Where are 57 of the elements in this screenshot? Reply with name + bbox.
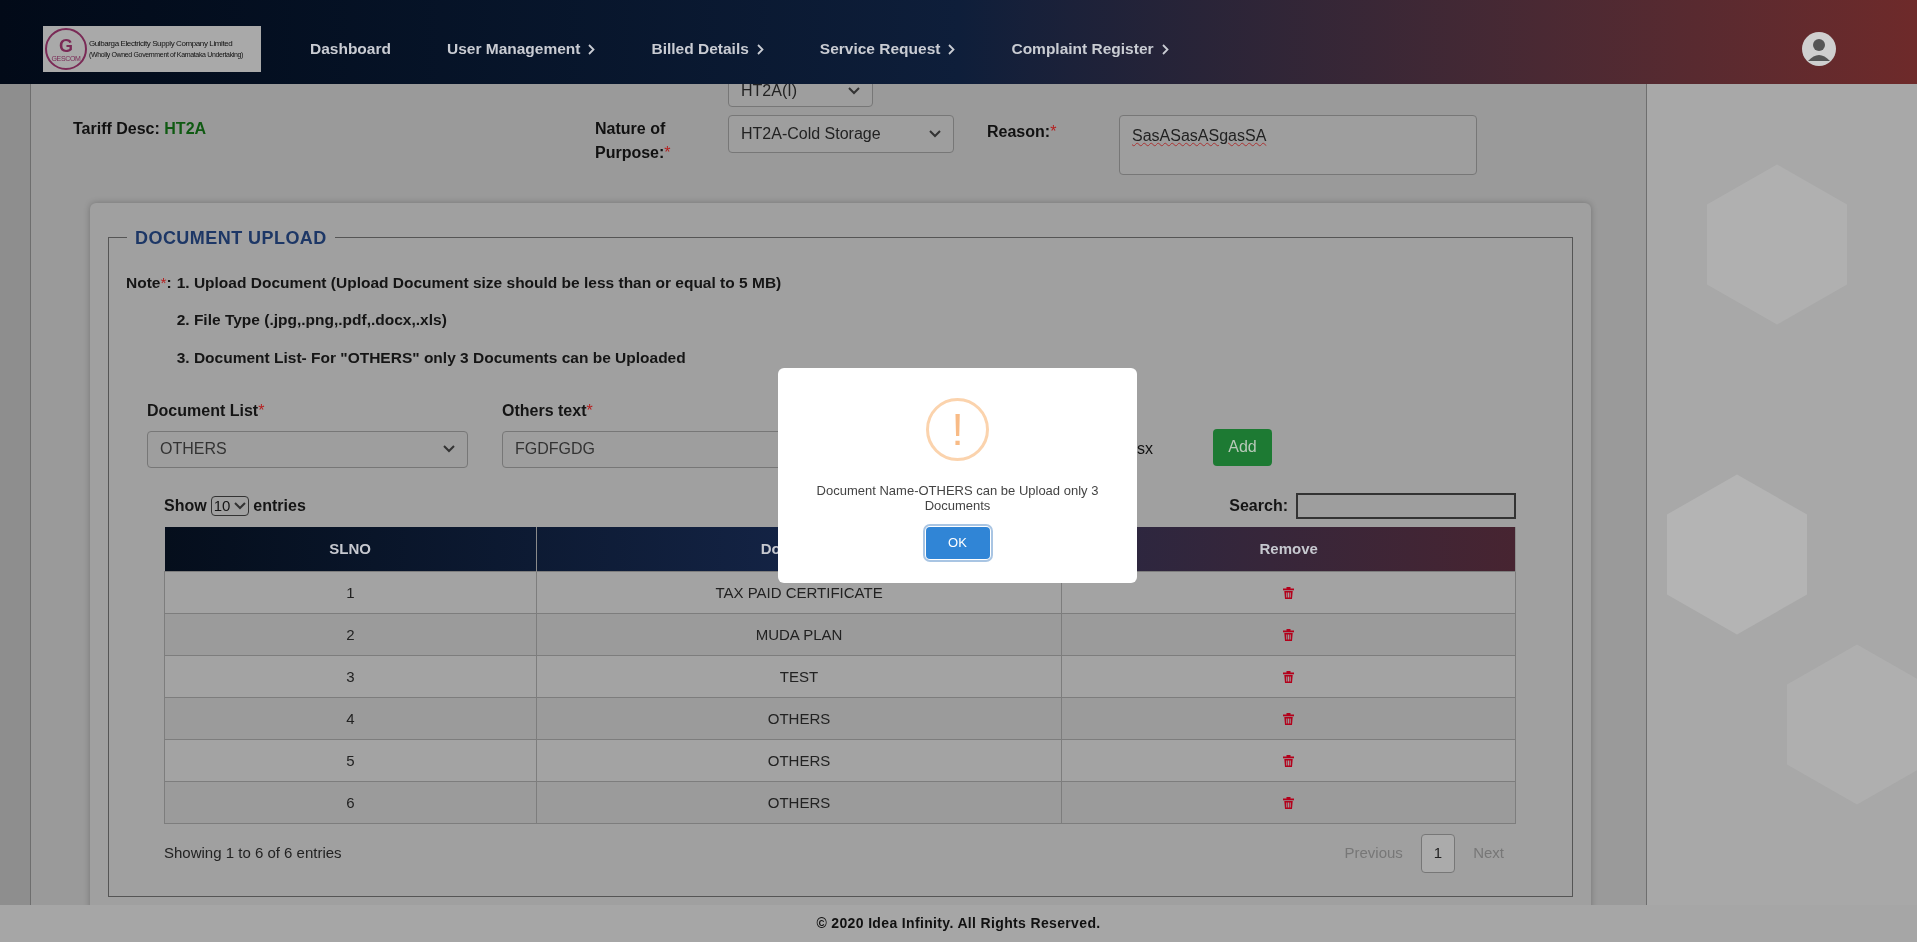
search-label: Search:: [1229, 495, 1288, 516]
page-size-select[interactable]: 10: [210, 495, 250, 516]
document-list-select[interactable]: OTHERS: [147, 430, 468, 468]
table-cell: 1: [164, 571, 537, 614]
dropdown-caret-icon: [234, 501, 247, 510]
tariff-desc-value: HT2A: [164, 120, 207, 137]
table-cell: 2: [164, 613, 537, 656]
entries-label: entries: [253, 495, 306, 516]
trash-icon[interactable]: [1283, 754, 1295, 767]
copyright-text: © 2020 Idea Infinity. All Rights Reserved.: [816, 914, 1101, 933]
nav-link[interactable]: Billed Details: [631, 37, 784, 61]
dropdown-caret-icon: [443, 445, 455, 454]
trash-icon[interactable]: [1283, 712, 1295, 725]
trash-icon[interactable]: [1283, 670, 1295, 683]
document-list-label: Document List*: [147, 400, 266, 421]
file-name-text: sx: [1137, 439, 1153, 460]
table-cell: OTHERS: [536, 781, 1062, 824]
trash-icon[interactable]: [1283, 628, 1295, 641]
table-info-text: Showing 1 to 6 of 6 entries: [164, 843, 342, 864]
nav-link[interactable]: Service Request: [799, 37, 976, 61]
others-text-label: Others text*: [502, 400, 594, 421]
nav-link[interactable]: Dashboard: [290, 37, 411, 61]
note-text: 2. File Type (.jpg,.png,.pdf,.docx,.xls): [176, 310, 447, 331]
purpose-label: Nature of Purpose:*: [595, 119, 672, 163]
table-cell: 4: [164, 697, 537, 740]
dropdown-caret-icon: [848, 86, 860, 95]
note-text: 1. Upload Document (Upload Document size should be less than or equal to 5 MB): [176, 273, 782, 293]
ok-button[interactable]: OK: [925, 527, 990, 559]
note-text: 3. Document List- For "OTHERS" only 3 Documents can be Uploaded: [176, 347, 686, 368]
search-field[interactable]: [1296, 492, 1516, 519]
column-header[interactable]: SLNO: [329, 539, 371, 557]
table-cell: 5: [164, 739, 537, 782]
nav-link[interactable]: User Management: [426, 37, 616, 61]
show-label: Show: [164, 495, 207, 516]
reason-textarea[interactable]: SasASasASgasSA: [1119, 115, 1477, 175]
reason-label: Reason:*: [987, 122, 1058, 142]
page-button[interactable]: 1: [1420, 834, 1456, 873]
note-label: Note*:: [126, 273, 173, 293]
table-cell: TEST: [536, 655, 1062, 698]
category-select[interactable]: HT2A(I): [728, 84, 873, 107]
table-cell: 3: [164, 655, 537, 698]
dialog-message: Document Name-OTHERS can be Upload only 3 Documents: [815, 483, 1100, 513]
tariff-desc-label: Tariff Desc:: [73, 120, 160, 137]
dropdown-caret-icon: [929, 130, 941, 138]
nav-link[interactable]: Complaint Register: [991, 37, 1189, 61]
user-avatar-icon[interactable]: [1801, 31, 1837, 67]
table-cell: OTHERS: [536, 697, 1062, 740]
column-header[interactable]: Remove: [1259, 539, 1318, 557]
logo-title: Gulbarga Electricity Supply Company Limited: [89, 39, 234, 48]
trash-icon[interactable]: [1283, 796, 1295, 809]
table-cell: OTHERS: [536, 739, 1062, 782]
warning-icon: !: [926, 398, 989, 461]
table-cell: MUDA PLAN: [536, 613, 1062, 656]
table-cell: 6: [164, 781, 537, 824]
purpose-select[interactable]: HT2A-Cold Storage: [728, 115, 954, 153]
logo-letter: G: [59, 36, 73, 55]
trash-icon[interactable]: [1283, 586, 1295, 599]
